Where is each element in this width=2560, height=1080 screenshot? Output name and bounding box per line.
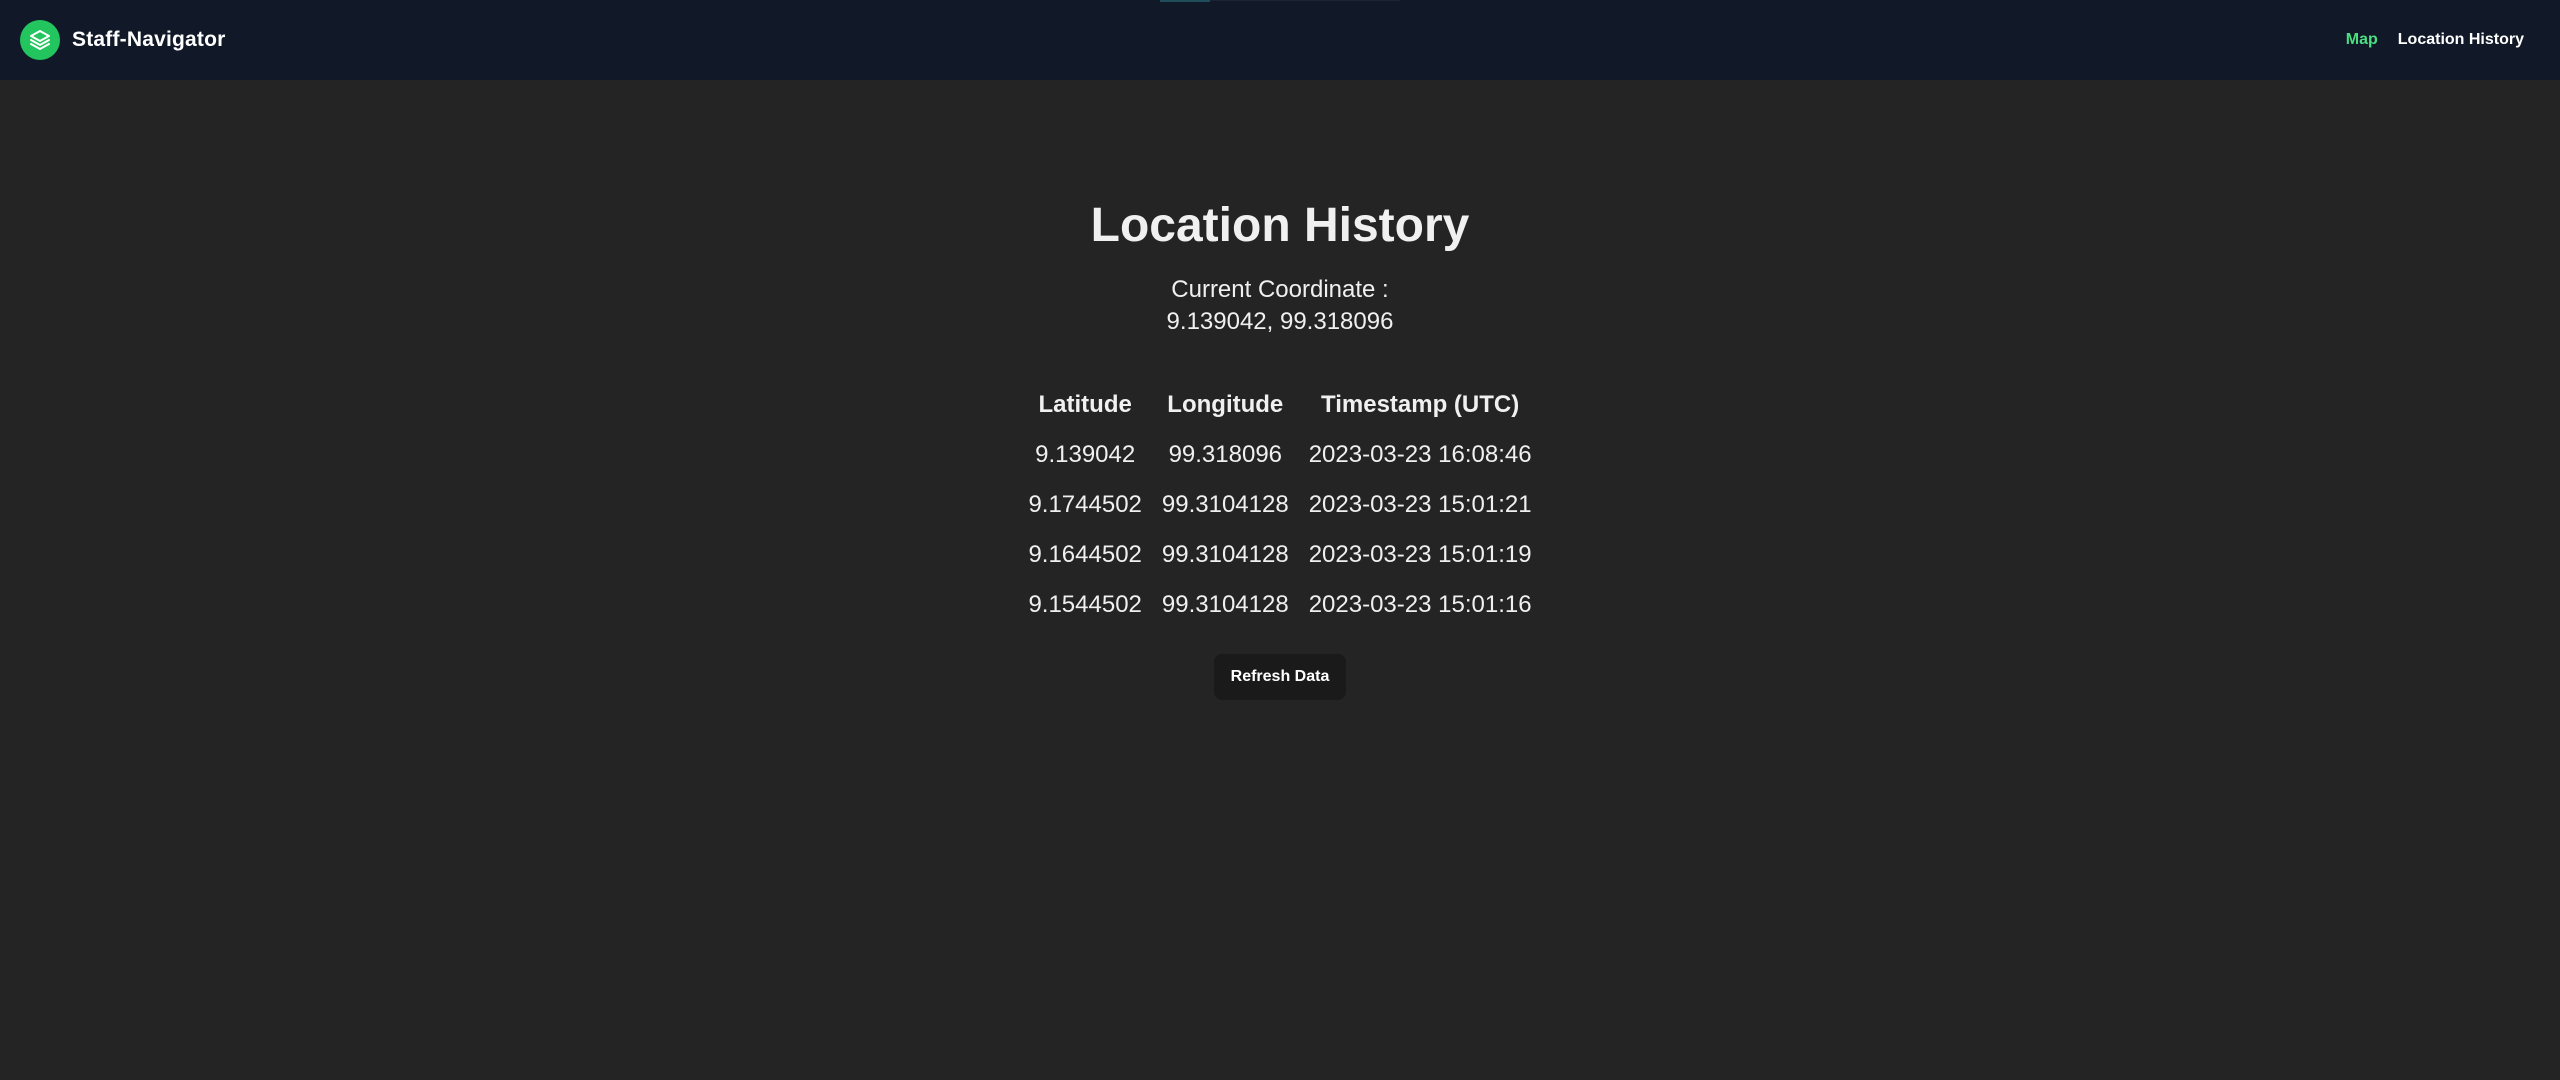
longitude-cell: 99.318096 bbox=[1168, 441, 1283, 468]
table-row: 9.139042 99.318096 2023-03-23 16:08:46 bbox=[1018, 430, 1541, 480]
timestamp-cell: 2023-03-23 16:08:46 bbox=[1308, 441, 1532, 468]
longitude-cell: 99.3104128 bbox=[1161, 491, 1289, 518]
nav-link-location-history[interactable]: Location History bbox=[2398, 31, 2524, 49]
table-row: 9.1644502 99.3104128 2023-03-23 15:01:19 bbox=[1018, 530, 1541, 580]
table-row: 9.1544502 99.3104128 2023-03-23 15:01:16 bbox=[1018, 580, 1541, 630]
brand-link[interactable]: Staff-Navigator bbox=[20, 20, 226, 60]
column-header-longitude: Longitude bbox=[1167, 391, 1284, 418]
location-history-table: Latitude Longitude Timestamp (UTC) 9.139… bbox=[1018, 380, 1541, 630]
nav-link-map[interactable]: Map bbox=[2346, 31, 2378, 49]
longitude-cell: 99.3104128 bbox=[1161, 591, 1289, 618]
brand-name: Staff-Navigator bbox=[72, 28, 226, 51]
latitude-cell: 9.1644502 bbox=[1028, 541, 1142, 568]
nav-links: Map Location History bbox=[2346, 31, 2524, 49]
latitude-cell: 9.1744502 bbox=[1028, 491, 1142, 518]
timestamp-cell: 2023-03-23 15:01:16 bbox=[1308, 591, 1532, 618]
nav-accent-line-secondary bbox=[1210, 0, 1400, 1]
page-title: Location History bbox=[1090, 199, 1470, 252]
longitude-cell: 99.3104128 bbox=[1161, 541, 1289, 568]
layers-icon bbox=[20, 20, 60, 60]
column-header-timestamp: Timestamp (UTC) bbox=[1320, 391, 1520, 418]
column-header-latitude: Latitude bbox=[1038, 391, 1132, 418]
nav-accent-line bbox=[1160, 0, 1210, 2]
latitude-cell: 9.1544502 bbox=[1028, 591, 1142, 618]
table-row: 9.1744502 99.3104128 2023-03-23 15:01:21 bbox=[1018, 480, 1541, 530]
timestamp-cell: 2023-03-23 15:01:19 bbox=[1308, 541, 1532, 568]
top-navbar: Staff-Navigator Map Location History bbox=[0, 0, 2560, 80]
current-coordinate-label: Current Coordinate : bbox=[1171, 276, 1389, 303]
current-coordinate-value: 9.139042, 99.318096 bbox=[1166, 308, 1394, 335]
timestamp-cell: 2023-03-23 15:01:21 bbox=[1308, 491, 1532, 518]
latitude-cell: 9.139042 bbox=[1035, 441, 1136, 468]
refresh-data-button[interactable]: Refresh Data bbox=[1214, 654, 1346, 700]
table-header-row: Latitude Longitude Timestamp (UTC) bbox=[1018, 380, 1541, 430]
